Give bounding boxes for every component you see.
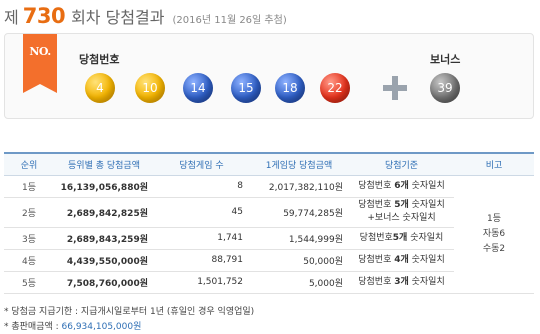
note-line: 자동6 [482,228,506,239]
criteria-cell: 당첨번호 6개 숫자일치 [349,175,454,198]
title-prefix: 제 [4,8,19,27]
prize-table: 순위 등위별 총 당첨금액 당첨게임 수 1게임당 당첨금액 당첨기준 비고 1… [4,152,534,294]
prize-per-game-cell: 5,000원 [249,271,349,294]
total-prize-cell: 2,689,843,259원 [54,227,154,250]
header-note: 비고 [454,152,534,176]
prize-per-game-cell: 59,774,285원 [249,197,349,228]
header-rank: 순위 [4,152,54,176]
winning-numbers-panel: NO. 당첨번호 보너스 4 10 14 15 18 22 39 [4,33,534,119]
bonus-label: 보너스 [430,53,461,66]
winning-numbers-label: 당첨번호 [79,53,120,66]
rank-cell: 2등 [4,197,54,228]
rank-cell: 3등 [4,227,54,250]
prize-per-game-cell: 1,544,999원 [249,227,349,250]
note-line: 1등 [486,213,501,224]
total-sales-label: * 총판매금액 : [4,322,62,332]
criteria-cell: 당첨번호 4개 숫자일치 [349,249,454,272]
plus-icon [383,76,407,100]
winning-ball: 4 [85,73,115,103]
rank-cell: 5등 [4,271,54,294]
winning-ball: 22 [320,73,350,103]
table-header-row: 순위 등위별 총 당첨금액 당첨게임 수 1게임당 당첨금액 당첨기준 비고 [4,152,534,176]
criteria-cell: 당첨번호5개 숫자일치 [349,227,454,250]
header-prize-per-game: 1게임당 당첨금액 [249,152,349,176]
draw-date: (2016년 11월 26일 추첨) [172,15,287,26]
no-ribbon-badge: NO. [23,34,57,93]
payout-deadline-note: * 당첨금 지급기한 : 지급개시일로부터 1년 (휴일인 경우 익영업일) [4,307,255,317]
rank-cell: 1등 [4,175,54,198]
bonus-ball: 39 [430,73,460,103]
winner-count-cell: 88,791 [154,249,249,272]
winning-ball: 15 [231,73,261,103]
draw-title: 제 730 회차 당첨결과 (2016년 11월 26일 추첨) [4,4,287,30]
total-sales-note: * 총판매금액 : 66,934,105,000원 [4,319,141,332]
winner-count-cell: 45 [154,197,249,228]
header-criteria: 당첨기준 [349,152,454,176]
total-prize-cell: 7,508,760,000원 [54,271,154,294]
note-line: 수동2 [482,243,506,254]
winner-count-cell: 8 [154,175,249,198]
winner-count-cell: 1,501,752 [154,271,249,294]
total-prize-cell: 2,689,842,825원 [54,197,154,228]
note-cell: 1등 자동6 수동2 [454,175,534,294]
rank-cell: 4등 [4,249,54,272]
total-prize-cell: 16,139,056,880원 [54,175,154,198]
winning-ball: 18 [275,73,305,103]
criteria-cell: 당첨번호 3개 숫자일치 [349,271,454,294]
prize-per-game-cell: 50,000원 [249,249,349,272]
title-suffix: 회차 당첨결과 [71,8,165,27]
table-row: 1등 16,139,056,880원 8 2,017,382,110원 당첨번호… [4,175,534,294]
header-total-prize: 등위별 총 당첨금액 [54,152,154,176]
winner-count-cell: 1,741 [154,227,249,250]
header-winner-count: 당첨게임 수 [154,152,249,176]
round-number: 730 [22,4,66,28]
total-prize-cell: 4,439,550,000원 [54,249,154,272]
winning-ball: 14 [183,73,213,103]
criteria-cell: 당첨번호 5개 숫자일치 +보너스 숫자일치 [349,197,454,228]
prize-per-game-cell: 2,017,382,110원 [249,175,349,198]
winning-ball: 10 [135,73,165,103]
total-sales-value: 66,934,105,000원 [61,322,142,332]
